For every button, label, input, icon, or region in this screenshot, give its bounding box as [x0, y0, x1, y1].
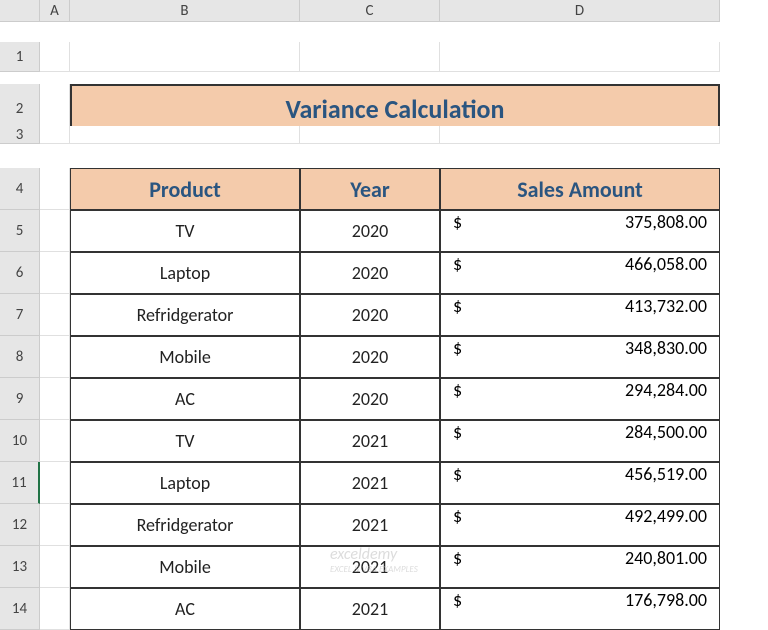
cell-a4[interactable]: [40, 168, 70, 210]
cell-a8[interactable]: [40, 336, 70, 378]
cell-product-8[interactable]: Mobile: [70, 336, 300, 378]
cell-product-14[interactable]: AC: [70, 588, 300, 630]
col-header-d[interactable]: D: [440, 0, 720, 22]
amount-value: 413,732.00: [625, 295, 707, 335]
cell-product-10[interactable]: TV: [70, 420, 300, 462]
currency-symbol: $: [453, 589, 462, 629]
cell-a14[interactable]: [40, 588, 70, 630]
cell-d3[interactable]: [440, 126, 720, 144]
amount-value: 492,499.00: [625, 505, 707, 545]
amount-value: 375,808.00: [625, 211, 707, 251]
cell-b3[interactable]: [70, 126, 300, 144]
cell-a1[interactable]: [40, 42, 70, 72]
row-header-8[interactable]: 8: [0, 336, 40, 378]
cell-year-8[interactable]: 2020: [300, 336, 440, 378]
cell-amount-5[interactable]: $375,808.00: [440, 210, 720, 252]
cell-a10[interactable]: [40, 420, 70, 462]
cell-product-7[interactable]: Refridgerator: [70, 294, 300, 336]
row-header-3[interactable]: 3: [0, 126, 40, 144]
cell-a6[interactable]: [40, 252, 70, 294]
row-header-10[interactable]: 10: [0, 420, 40, 462]
cell-a3[interactable]: [40, 126, 70, 144]
cell-product-11[interactable]: Laptop: [70, 462, 300, 504]
cell-product-9[interactable]: AC: [70, 378, 300, 420]
header-amount[interactable]: Sales Amount: [440, 168, 720, 210]
spreadsheet-grid: A B C D 1 2 Variance Calculation 3 4 Pro…: [0, 0, 768, 630]
cell-amount-12[interactable]: $492,499.00: [440, 504, 720, 546]
amount-value: 240,801.00: [625, 547, 707, 587]
cell-year-5[interactable]: 2020: [300, 210, 440, 252]
currency-symbol: $: [453, 253, 462, 293]
currency-symbol: $: [453, 295, 462, 335]
cell-year-10[interactable]: 2021: [300, 420, 440, 462]
cell-a11[interactable]: [40, 462, 70, 504]
row-header-9[interactable]: 9: [0, 378, 40, 420]
cell-amount-11[interactable]: $456,519.00: [440, 462, 720, 504]
cell-amount-6[interactable]: $466,058.00: [440, 252, 720, 294]
row-header-13[interactable]: 13: [0, 546, 40, 588]
header-year[interactable]: Year: [300, 168, 440, 210]
cell-amount-13[interactable]: $240,801.00: [440, 546, 720, 588]
amount-value: 294,284.00: [625, 379, 707, 419]
cell-amount-8[interactable]: $348,830.00: [440, 336, 720, 378]
cell-year-6[interactable]: 2020: [300, 252, 440, 294]
row-header-7[interactable]: 7: [0, 294, 40, 336]
cell-a12[interactable]: [40, 504, 70, 546]
cell-b1[interactable]: [70, 42, 300, 72]
amount-value: 456,519.00: [625, 463, 707, 503]
cell-year-7[interactable]: 2020: [300, 294, 440, 336]
cell-product-13[interactable]: Mobile: [70, 546, 300, 588]
cell-a9[interactable]: [40, 378, 70, 420]
row-header-6[interactable]: 6: [0, 252, 40, 294]
row-header-11[interactable]: 11: [0, 462, 40, 504]
cell-a7[interactable]: [40, 294, 70, 336]
amount-value: 284,500.00: [625, 421, 707, 461]
col-header-c[interactable]: C: [300, 0, 440, 22]
currency-symbol: $: [453, 379, 462, 419]
cell-c1[interactable]: [300, 42, 440, 72]
cell-year-11[interactable]: 2021: [300, 462, 440, 504]
amount-value: 348,830.00: [625, 337, 707, 377]
col-header-a[interactable]: A: [40, 0, 70, 22]
row-header-5[interactable]: 5: [0, 210, 40, 252]
cell-product-6[interactable]: Laptop: [70, 252, 300, 294]
currency-symbol: $: [453, 421, 462, 461]
currency-symbol: $: [453, 211, 462, 251]
row-header-12[interactable]: 12: [0, 504, 40, 546]
cell-a13[interactable]: [40, 546, 70, 588]
row-header-1[interactable]: 1: [0, 42, 40, 72]
cell-product-12[interactable]: Refridgerator: [70, 504, 300, 546]
amount-value: 466,058.00: [625, 253, 707, 293]
cell-year-9[interactable]: 2020: [300, 378, 440, 420]
currency-symbol: $: [453, 547, 462, 587]
header-product[interactable]: Product: [70, 168, 300, 210]
cell-year-13[interactable]: 2021: [300, 546, 440, 588]
cell-product-5[interactable]: TV: [70, 210, 300, 252]
row-header-14[interactable]: 14: [0, 588, 40, 630]
currency-symbol: $: [453, 505, 462, 545]
cell-amount-7[interactable]: $413,732.00: [440, 294, 720, 336]
cell-year-14[interactable]: 2021: [300, 588, 440, 630]
currency-symbol: $: [453, 463, 462, 503]
cell-d1[interactable]: [440, 42, 720, 72]
cell-c3[interactable]: [300, 126, 440, 144]
amount-value: 176,798.00: [625, 589, 707, 629]
cell-amount-9[interactable]: $294,284.00: [440, 378, 720, 420]
row-header-4[interactable]: 4: [0, 168, 40, 210]
cell-year-12[interactable]: 2021: [300, 504, 440, 546]
cell-a5[interactable]: [40, 210, 70, 252]
cell-amount-14[interactable]: $176,798.00: [440, 588, 720, 630]
select-all-corner[interactable]: [0, 0, 40, 22]
currency-symbol: $: [453, 337, 462, 377]
col-header-b[interactable]: B: [70, 0, 300, 22]
cell-amount-10[interactable]: $284,500.00: [440, 420, 720, 462]
